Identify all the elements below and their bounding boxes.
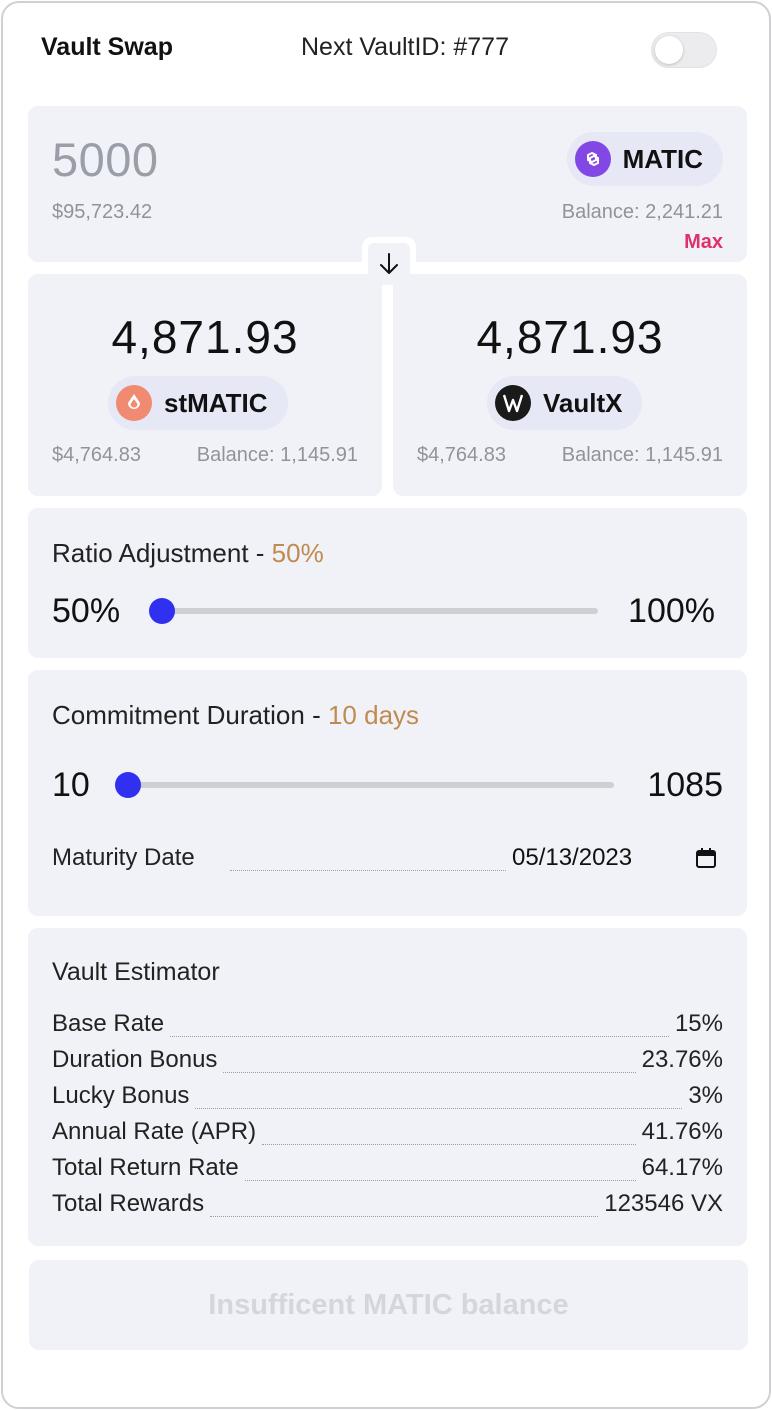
maturity-date-label: Maturity Date xyxy=(52,844,195,871)
max-button[interactable]: Max xyxy=(684,231,723,254)
commitment-duration-card: Commitment Duration - 10 days 10 1085 Ma… xyxy=(28,670,747,916)
token-select-stmatic[interactable]: stMATIC xyxy=(108,376,288,430)
token-symbol: stMATIC xyxy=(164,387,268,418)
output-card-stmatic: 4,871.93 stMATIC $4,764.83 Balance: 1,14… xyxy=(28,274,382,496)
input-balance: Balance: 2,241.21 xyxy=(561,201,723,223)
ratio-max-label: 100% xyxy=(628,592,715,630)
output-balance: Balance: 1,145.91 xyxy=(196,444,358,466)
arrow-down-icon xyxy=(380,253,398,274)
output-usd-value: $4,764.83 xyxy=(417,444,506,466)
estimator-row-value: 23.76% xyxy=(641,1046,723,1073)
leader-dots xyxy=(230,870,506,871)
duration-value: 10 days xyxy=(327,700,420,730)
output-card-vaultx: 4,871.93 VaultX $4,764.83 Balance: 1,145… xyxy=(393,274,747,496)
duration-slider-thumb[interactable] xyxy=(115,772,141,798)
token-symbol: MATIC xyxy=(622,143,703,174)
ratio-min-label: 50% xyxy=(52,592,121,630)
leader-dots xyxy=(210,1216,598,1217)
leader-dots xyxy=(195,1108,682,1109)
next-vault-id: Next VaultID: #777 xyxy=(301,33,509,61)
ratio-slider-track[interactable] xyxy=(162,608,598,614)
toggle-knob xyxy=(655,36,683,64)
duration-title: Commitment Duration - 10 days xyxy=(52,700,420,730)
vaultx-icon xyxy=(495,385,531,421)
estimator-row-value: 15% xyxy=(674,1010,723,1037)
estimator-row-label: Base Rate xyxy=(52,1010,165,1037)
estimator-title: Vault Estimator xyxy=(52,958,220,986)
output-amount: 4,871.93 xyxy=(476,311,664,363)
stmatic-icon xyxy=(116,385,152,421)
estimator-row-value: 3% xyxy=(688,1082,723,1109)
estimator-row-label: Annual Rate (APR) xyxy=(52,1118,257,1145)
page-title: Vault Swap xyxy=(41,33,173,61)
header: Vault Swap Next VaultID: #777 xyxy=(3,3,769,98)
output-usd-value: $4,764.83 xyxy=(52,444,141,466)
input-usd-value: $95,723.42 xyxy=(52,201,153,223)
duration-slider-track[interactable] xyxy=(128,782,614,788)
ratio-value: 50% xyxy=(271,538,324,568)
estimator-row-value: 41.76% xyxy=(641,1118,723,1145)
leader-dots xyxy=(262,1144,636,1145)
vault-swap-panel: Vault Swap Next VaultID: #777 5000 $95,7… xyxy=(1,1,771,1409)
leader-dots xyxy=(223,1072,636,1073)
ratio-slider-thumb[interactable] xyxy=(149,598,175,624)
estimator-row-value: 64.17% xyxy=(641,1154,723,1181)
estimator-row-label: Lucky Bonus xyxy=(52,1082,190,1109)
output-balance: Balance: 1,145.91 xyxy=(561,444,723,466)
leader-dots xyxy=(170,1036,669,1037)
vault-estimator-card: Vault Estimator Base Rate 15% Duration Bon… xyxy=(28,928,747,1246)
token-select-matic[interactable]: MATIC xyxy=(566,132,723,186)
maturity-date-input[interactable]: 05/13/2023 xyxy=(512,844,632,872)
settings-toggle[interactable] xyxy=(651,32,717,68)
polygon-icon xyxy=(574,141,611,177)
amount-input[interactable]: 5000 xyxy=(52,132,159,187)
token-select-vaultx[interactable]: VaultX xyxy=(487,376,643,430)
ratio-title: Ratio Adjustment - 50% xyxy=(52,538,324,568)
leader-dots xyxy=(245,1180,636,1181)
duration-max-label: 1085 xyxy=(647,766,723,804)
ratio-adjustment-card: Ratio Adjustment - 50% 50% 100% xyxy=(28,508,747,658)
duration-min-label: 10 xyxy=(52,766,90,804)
submit-button[interactable]: Insufficent MATIC balance xyxy=(29,1260,748,1350)
calendar-icon[interactable] xyxy=(695,847,717,869)
estimator-row-value: 123546 VX xyxy=(604,1190,723,1217)
estimator-row-label: Duration Bonus xyxy=(52,1046,218,1073)
estimator-row-label: Total Return Rate xyxy=(52,1154,239,1181)
estimator-row-label: Total Rewards xyxy=(52,1190,205,1217)
output-amount: 4,871.93 xyxy=(111,311,299,363)
token-symbol: VaultX xyxy=(543,387,623,418)
